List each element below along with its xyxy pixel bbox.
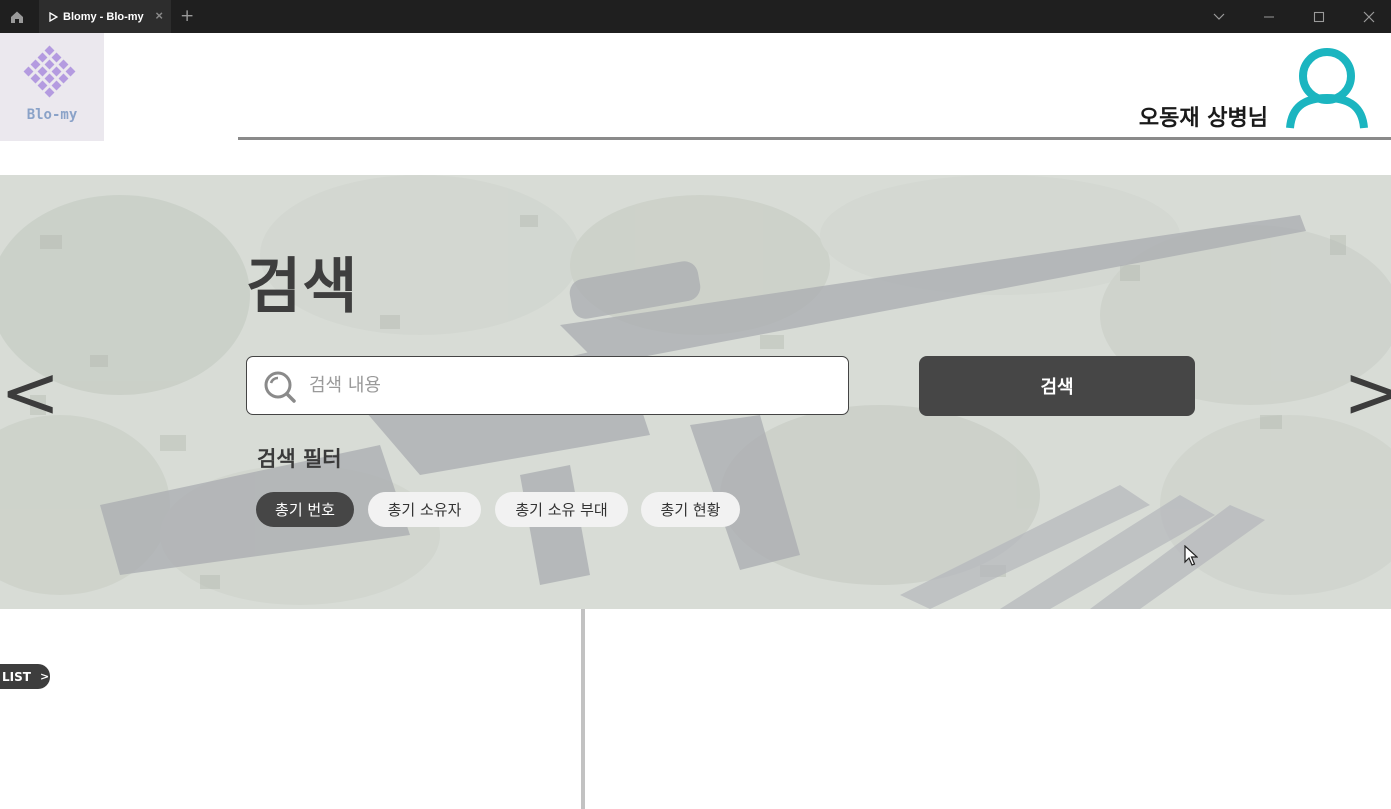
logo[interactable]: Blo-my xyxy=(0,33,104,141)
logo-diamond-icon xyxy=(23,45,76,98)
search-icon xyxy=(264,371,296,403)
user-name: 오동재 상병님 xyxy=(1138,106,1268,131)
window-close-button[interactable] xyxy=(1344,0,1391,33)
maximize-button[interactable] xyxy=(1294,0,1344,33)
home-icon xyxy=(10,11,23,23)
minimize-icon xyxy=(1264,16,1274,17)
list-label: LIST xyxy=(2,669,31,684)
header-divider xyxy=(238,137,1391,140)
window-close-icon xyxy=(1363,11,1375,22)
carousel-next-arrow[interactable]: > xyxy=(1343,347,1391,437)
search-box[interactable] xyxy=(246,356,849,415)
search-button[interactable]: 검색 xyxy=(919,356,1195,416)
content-divider xyxy=(581,609,585,809)
browser-tab[interactable]: Blomy - Blo-my × xyxy=(39,0,171,33)
page-title: 검색 xyxy=(246,252,359,322)
carousel-prev-arrow[interactable]: < xyxy=(0,347,60,437)
home-button[interactable] xyxy=(0,0,33,33)
logo-text: Blo-my xyxy=(26,107,78,123)
maximize-icon xyxy=(1313,11,1325,22)
filter-chip-owner-unit[interactable]: 총기 소유 부대 xyxy=(495,492,628,527)
search-input[interactable] xyxy=(307,357,837,413)
plus-icon[interactable]: + xyxy=(180,6,194,26)
tab-title: Blomy - Blo-my xyxy=(63,10,144,23)
filter-chip-gun-status[interactable]: 총기 현황 xyxy=(641,492,740,527)
search-hero: 검색 검색 검색 필터 총기 번호 총기 소유자 총기 소유 부대 총기 현황 … xyxy=(0,175,1391,609)
close-icon[interactable]: × xyxy=(155,9,163,23)
list-toggle-button[interactable]: LIST > xyxy=(0,664,50,689)
filter-chip-gun-number[interactable]: 총기 번호 xyxy=(256,492,354,527)
minimize-button[interactable] xyxy=(1244,0,1294,33)
user-avatar-icon[interactable] xyxy=(1286,46,1370,130)
window-titlebar: Blomy - Blo-my × + xyxy=(0,0,1391,33)
cursor-icon xyxy=(1184,545,1198,566)
play-icon xyxy=(49,11,58,22)
filter-chip-gun-owner[interactable]: 총기 소유자 xyxy=(368,492,481,527)
tab-list-button[interactable] xyxy=(1194,0,1244,33)
chevron-down-icon xyxy=(1213,13,1225,20)
chevron-right-icon: > xyxy=(39,670,50,683)
filter-label: 검색 필터 xyxy=(257,447,342,471)
